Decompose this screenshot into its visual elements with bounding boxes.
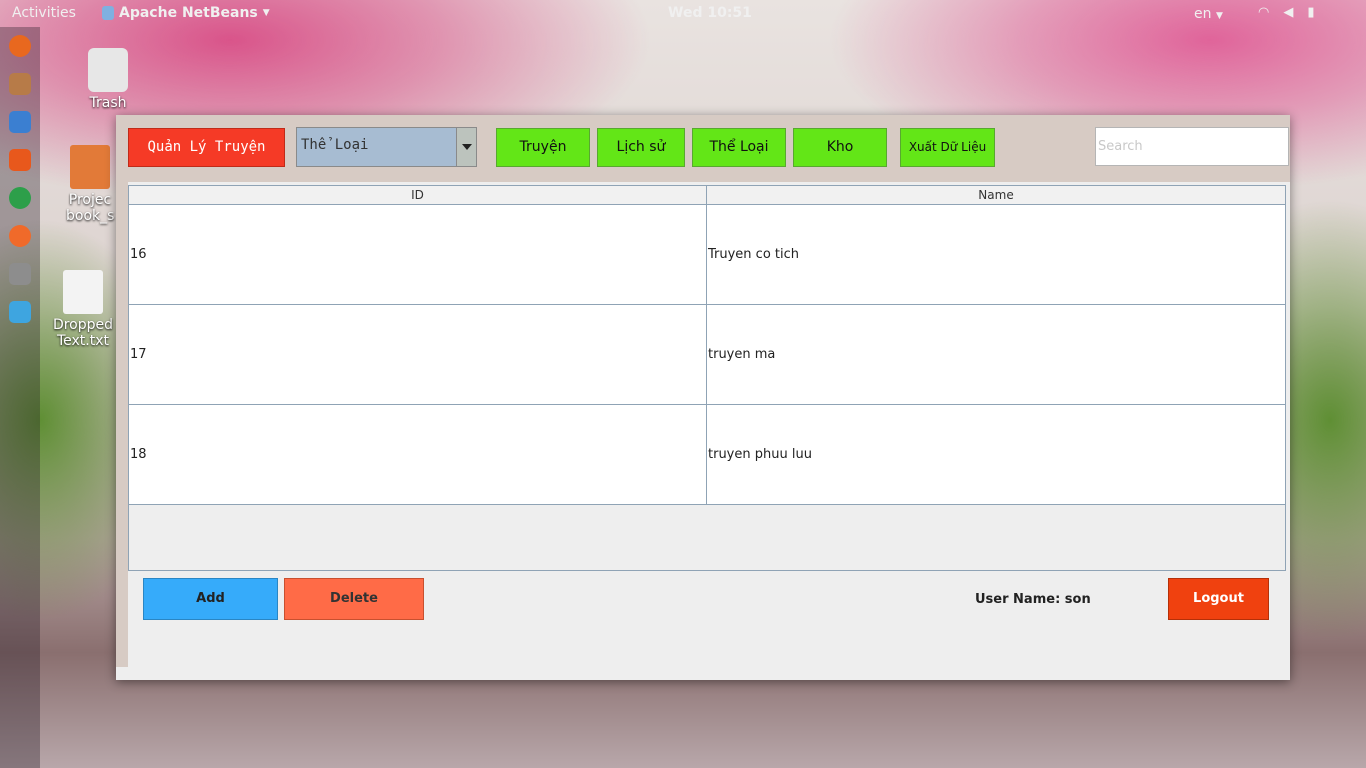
search-input[interactable] — [1095, 127, 1289, 166]
cell-id[interactable]: 18 — [129, 405, 707, 504]
desktop-project-label-1: Projec — [68, 192, 112, 208]
table-row[interactable]: 16 Truyen co tich — [129, 205, 1285, 305]
delete-button[interactable]: Delete — [284, 578, 424, 620]
logout-button[interactable]: Logout — [1168, 578, 1269, 620]
export-data-button[interactable]: Xuất Dữ Liệu — [900, 128, 995, 167]
cell-name[interactable]: Truyen co tich — [707, 205, 1285, 304]
app-menu-label: Apache NetBeans — [119, 5, 258, 21]
category-select-value: Thể Loại — [301, 137, 369, 153]
nav-truyen-button[interactable]: Truyện — [496, 128, 590, 167]
dropdown-arrow[interactable] — [456, 128, 476, 166]
desktop-dropped-text[interactable]: Dropped Text.txt — [50, 270, 116, 349]
writer-icon[interactable] — [9, 111, 31, 133]
clock[interactable]: Wed 10:51 — [668, 5, 752, 21]
chevron-down-icon: ▼ — [262, 8, 270, 18]
desktop-trash-label: Trash — [89, 95, 127, 111]
cell-id[interactable]: 17 — [129, 305, 707, 404]
desktop-dropped-label-2: Text.txt — [56, 333, 110, 349]
category-table: ID Name 16 Truyen co tich 17 truyen ma 1… — [128, 185, 1286, 571]
window-left-strip — [116, 115, 128, 667]
dock: ⋮⋮⋮ — [0, 27, 57, 768]
netbeans-icon — [102, 6, 114, 20]
column-header-name[interactable]: Name — [707, 186, 1285, 205]
table-row[interactable]: 18 truyen phuu luu — [129, 405, 1285, 505]
system-menu[interactable]: ◠ ◀ ▮ — [1258, 5, 1315, 20]
app-window: Quản Lý Truyện Thể Loại Truyện Lịch sử T… — [116, 115, 1290, 680]
firefox-icon[interactable] — [9, 35, 31, 57]
quan-ly-truyen-button[interactable]: Quản Lý Truyện — [128, 128, 285, 167]
nav-the-loai-button[interactable]: Thể Loại — [692, 128, 786, 167]
desktop-project-folder[interactable]: Projec book_s — [66, 145, 114, 224]
text-file-icon — [63, 270, 103, 314]
activities-button[interactable]: Activities — [12, 5, 76, 21]
user-name-label: User Name: son — [975, 592, 1091, 607]
files-icon[interactable] — [9, 73, 31, 95]
trash-icon — [88, 48, 128, 92]
column-header-id[interactable]: ID — [129, 186, 707, 205]
app-menu[interactable]: Apache NetBeans ▼ — [102, 5, 270, 21]
pencil-icon[interactable] — [9, 225, 31, 247]
software-icon[interactable] — [9, 149, 31, 171]
camera-icon[interactable] — [9, 263, 31, 285]
desktop-trash[interactable]: Trash — [84, 48, 132, 111]
table-header: ID Name — [129, 186, 1285, 205]
system-top-bar: Activities Apache NetBeans ▼ Wed 10:51 e… — [0, 0, 1366, 27]
nav-kho-button[interactable]: Kho — [793, 128, 887, 167]
netbeans-icon[interactable] — [9, 301, 31, 323]
desktop-dropped-label-1: Dropped — [52, 317, 114, 333]
battery-icon: ▮ — [1307, 5, 1315, 20]
cell-name[interactable]: truyen ma — [707, 305, 1285, 404]
cell-name[interactable]: truyen phuu luu — [707, 405, 1285, 504]
add-button[interactable]: Add — [143, 578, 278, 620]
wifi-icon: ◠ — [1258, 5, 1270, 20]
volume-icon: ◀ — [1283, 5, 1294, 20]
cell-id[interactable]: 16 — [129, 205, 707, 304]
chevron-down-icon — [462, 144, 472, 150]
table-row[interactable]: 17 truyen ma — [129, 305, 1285, 405]
nav-lich-su-button[interactable]: Lịch sử — [597, 128, 685, 167]
folder-icon — [70, 145, 110, 189]
desktop-project-label-2: book_s — [66, 208, 115, 224]
chevron-down-icon: ▼ — [1215, 11, 1223, 21]
chrome-icon[interactable] — [9, 187, 31, 209]
language-indicator[interactable]: en ▼ — [1194, 6, 1223, 22]
language-label: en — [1194, 6, 1212, 22]
category-select[interactable]: Thể Loại — [296, 127, 477, 167]
